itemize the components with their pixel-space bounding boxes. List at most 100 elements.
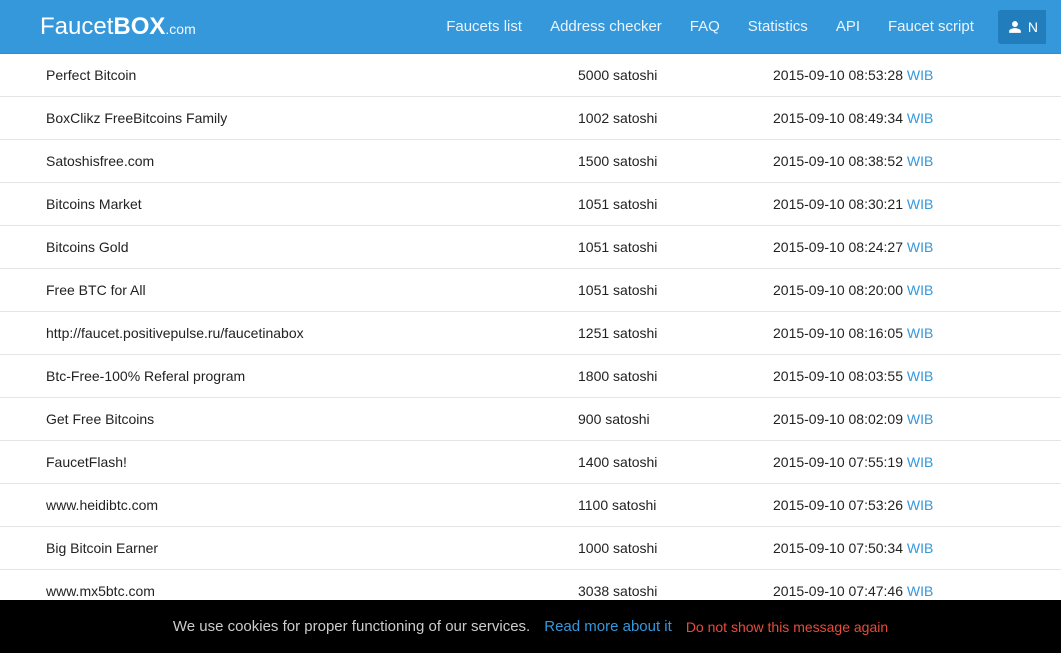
cell-date: 2015-09-10 08:24:27 WIB: [765, 226, 1061, 269]
date-text: 2015-09-10 08:16:05: [773, 325, 907, 341]
user-initial: N: [1028, 19, 1038, 35]
cell-amount: 1100 satoshi: [570, 484, 765, 527]
brand-part1: Faucet: [40, 13, 113, 41]
cell-amount: 1500 satoshi: [570, 140, 765, 183]
cell-date: 2015-09-10 08:38:52 WIB: [765, 140, 1061, 183]
date-text: 2015-09-10 08:20:00: [773, 282, 907, 298]
nav-faucet-script[interactable]: Faucet script: [874, 1, 988, 52]
cell-faucet-name: Perfect Bitcoin: [0, 54, 570, 97]
timezone-link[interactable]: WIB: [907, 196, 933, 212]
user-icon: [1008, 20, 1022, 34]
nav-statistics[interactable]: Statistics: [734, 1, 822, 52]
nav-faucets-list[interactable]: Faucets list: [432, 1, 536, 52]
cell-faucet-name: BoxClikz FreeBitcoins Family: [0, 97, 570, 140]
brand-domain: .com: [165, 21, 195, 37]
cookie-text: We use cookies for proper functioning of…: [173, 618, 530, 635]
timezone-link[interactable]: WIB: [907, 325, 933, 341]
user-menu-button[interactable]: N: [998, 10, 1046, 44]
faucet-link[interactable]: Bitcoins Market: [46, 196, 142, 212]
table-row: Btc-Free-100% Referal program 1800 satosh…: [0, 355, 1061, 398]
nav-faq[interactable]: FAQ: [676, 1, 734, 52]
timezone-link[interactable]: WIB: [907, 67, 933, 83]
table-row: Satoshisfree.com 1500 satoshi2015-09-10 0…: [0, 140, 1061, 183]
cell-date: 2015-09-10 07:55:19 WIB: [765, 441, 1061, 484]
date-text: 2015-09-10 08:30:21: [773, 196, 907, 212]
cell-date: 2015-09-10 08:20:00 WIB: [765, 269, 1061, 312]
timezone-link[interactable]: WIB: [907, 153, 933, 169]
faucet-link[interactable]: Bitcoins Gold: [46, 239, 128, 255]
cell-faucet-name: http://faucet.positivepulse.ru/faucetina…: [0, 312, 570, 355]
cell-amount: 1800 satoshi: [570, 355, 765, 398]
table-row: FaucetFlash!1400 satoshi2015-09-10 07:55…: [0, 441, 1061, 484]
cell-faucet-name: Satoshisfree.com: [0, 140, 570, 183]
cell-faucet-name: Bitcoins Market: [0, 183, 570, 226]
faucet-link[interactable]: http://faucet.positivepulse.ru/faucetina…: [46, 325, 304, 341]
faucet-link[interactable]: www.mx5btc.com: [46, 583, 155, 599]
date-text: 2015-09-10 08:24:27: [773, 239, 907, 255]
table-row: Get Free Bitcoins900 satoshi2015-09-10 0…: [0, 398, 1061, 441]
cookie-bar: We use cookies for proper functioning of…: [0, 600, 1061, 653]
timezone-link[interactable]: WIB: [907, 583, 933, 599]
timezone-link[interactable]: WIB: [907, 110, 933, 126]
table-row: Free BTC for All1051 satoshi2015-09-10 0…: [0, 269, 1061, 312]
cell-amount: 1051 satoshi: [570, 183, 765, 226]
nav-address-checker[interactable]: Address checker: [536, 1, 676, 52]
cell-date: 2015-09-10 08:53:28 WIB: [765, 54, 1061, 97]
table-row: Big Bitcoin Earner 1000 satoshi 2015-09-10…: [0, 527, 1061, 570]
brand-part2: BOX: [113, 13, 165, 41]
timezone-link[interactable]: WIB: [907, 411, 933, 427]
cell-amount: 1051 satoshi: [570, 269, 765, 312]
faucet-link[interactable]: Big Bitcoin Earner: [46, 540, 158, 556]
cell-faucet-name: Free BTC for All: [0, 269, 570, 312]
cell-date: 2015-09-10 08:03:55 WIB: [765, 355, 1061, 398]
faucet-link[interactable]: Perfect Bitcoin: [46, 67, 136, 83]
cell-amount: 1002 satoshi: [570, 97, 765, 140]
table-row: www.heidibtc.com 1100 satoshi 2015-09-10 0…: [0, 484, 1061, 527]
faucet-link[interactable]: Free BTC for All: [46, 282, 146, 298]
faucet-link[interactable]: Get Free Bitcoins: [46, 411, 154, 427]
brand-logo[interactable]: FaucetBOX.com: [40, 13, 196, 41]
timezone-link[interactable]: WIB: [907, 540, 933, 556]
nav-api[interactable]: API: [822, 1, 874, 52]
cookie-dismiss-link[interactable]: Do not show this message again: [686, 619, 888, 635]
timezone-link[interactable]: WIB: [907, 368, 933, 384]
nav-links: Faucets list Address checker FAQ Statist…: [432, 1, 988, 52]
timezone-link[interactable]: WIB: [907, 454, 933, 470]
cell-faucet-name: www.heidibtc.com: [0, 484, 570, 527]
date-text: 2015-09-10 07:55:19: [773, 454, 907, 470]
faucet-link[interactable]: BoxClikz FreeBitcoins Family: [46, 110, 227, 126]
cell-faucet-name: FaucetFlash!: [0, 441, 570, 484]
timezone-link[interactable]: WIB: [907, 239, 933, 255]
date-text: 2015-09-10 07:47:46: [773, 583, 907, 599]
table-row: http://faucet.positivepulse.ru/faucetina…: [0, 312, 1061, 355]
payouts-table: Perfect Bitcoin5000 satoshi2015-09-10 08…: [0, 54, 1061, 613]
date-text: 2015-09-10 07:50:34: [773, 540, 907, 556]
date-text: 2015-09-10 08:02:09: [773, 411, 907, 427]
date-text: 2015-09-10 07:53:26: [773, 497, 907, 513]
cell-amount: 1400 satoshi: [570, 441, 765, 484]
cell-amount: 1000 satoshi: [570, 527, 765, 570]
cell-amount: 1051 satoshi: [570, 226, 765, 269]
navbar: FaucetBOX.com Faucets list Address check…: [0, 0, 1061, 54]
table-row: Bitcoins Market 1051 satoshi 2015-09-10 08…: [0, 183, 1061, 226]
timezone-link[interactable]: WIB: [907, 282, 933, 298]
cell-amount: 1251 satoshi: [570, 312, 765, 355]
cell-date: 2015-09-10 08:02:09 WIB: [765, 398, 1061, 441]
faucet-link[interactable]: Satoshisfree.com: [46, 153, 154, 169]
cell-faucet-name: Big Bitcoin Earner: [0, 527, 570, 570]
cookie-read-more-link[interactable]: Read more about it: [544, 618, 672, 635]
faucet-link[interactable]: FaucetFlash!: [46, 454, 127, 470]
cell-date: 2015-09-10 08:16:05 WIB: [765, 312, 1061, 355]
date-text: 2015-09-10 08:53:28: [773, 67, 907, 83]
date-text: 2015-09-10 08:49:34: [773, 110, 907, 126]
cell-faucet-name: Get Free Bitcoins: [0, 398, 570, 441]
table-row: Bitcoins Gold1051 satoshi2015-09-10 08:2…: [0, 226, 1061, 269]
cell-amount: 900 satoshi: [570, 398, 765, 441]
faucet-link[interactable]: www.heidibtc.com: [46, 497, 158, 513]
timezone-link[interactable]: WIB: [907, 497, 933, 513]
cell-faucet-name: Btc-Free-100% Referal program: [0, 355, 570, 398]
faucet-link[interactable]: Btc-Free-100% Referal program: [46, 368, 245, 384]
table-row: BoxClikz FreeBitcoins Family 1002 satoshi…: [0, 97, 1061, 140]
cell-amount: 5000 satoshi: [570, 54, 765, 97]
main-content: Perfect Bitcoin5000 satoshi2015-09-10 08…: [0, 54, 1061, 613]
